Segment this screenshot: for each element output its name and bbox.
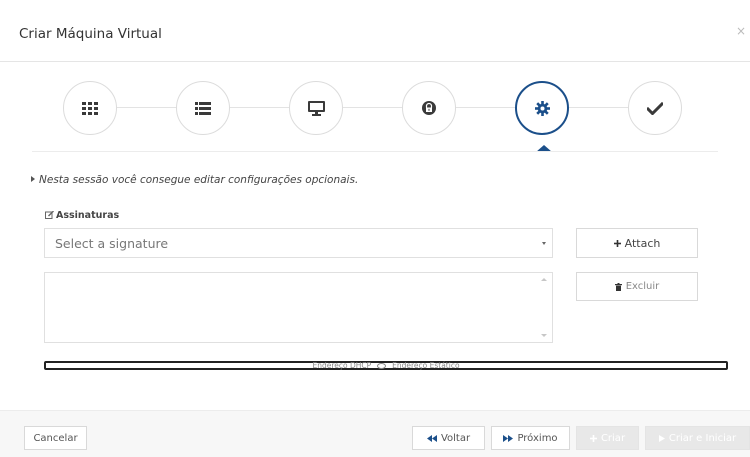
step-monitor[interactable] [289, 81, 343, 135]
create-start-label: Criar e Iniciar [668, 432, 737, 444]
caret-right-icon [31, 176, 35, 182]
plus-icon [613, 239, 621, 247]
cancel-label: Cancelar [33, 432, 78, 444]
close-icon[interactable]: × [736, 24, 746, 38]
backward-icon [426, 434, 437, 442]
plus-icon [589, 434, 597, 442]
info-text-label: Nesta sessão você consegue editar config… [39, 174, 359, 186]
excluir-label: Excluir [625, 281, 660, 292]
monitor-icon [307, 100, 325, 116]
step-gear[interactable] [515, 81, 569, 135]
attach-label: Attach [624, 236, 661, 250]
play-icon [658, 434, 665, 442]
wizard-divider [32, 151, 718, 152]
scroll-down-icon[interactable] [541, 334, 547, 337]
back-button[interactable]: Voltar [412, 426, 485, 450]
static-ip-radio[interactable] [377, 362, 387, 369]
step-confirm[interactable] [628, 81, 682, 135]
cancel-button[interactable]: Cancelar [24, 426, 87, 450]
wizard-steps [0, 62, 750, 152]
chevron-down-icon [542, 242, 546, 245]
attach-button[interactable]: Attach [576, 228, 698, 258]
excluir-button[interactable]: Excluir [576, 272, 698, 301]
create-label: Criar [600, 432, 626, 444]
modal-header: Criar Máquina Virtual × [0, 0, 750, 62]
dhcp-option-label[interactable]: Endereço DHCP [312, 362, 371, 370]
modal-title: Criar Máquina Virtual [19, 26, 162, 42]
signatures-label-text: Assinaturas [56, 210, 120, 221]
trash-icon [614, 282, 622, 291]
edit-icon [45, 210, 54, 219]
forward-icon [503, 434, 514, 442]
signature-select[interactable]: Select a signature [44, 228, 553, 258]
scroll-up-icon[interactable] [541, 278, 547, 281]
back-label: Voltar [440, 432, 471, 444]
step-list[interactable] [176, 81, 230, 135]
ip-address-options: Endereço DHCP Endereço Estático [44, 361, 728, 370]
create-button[interactable]: Criar [576, 426, 639, 450]
checkmark-icon [647, 101, 663, 115]
create-and-start-button[interactable]: Criar e Iniciar [645, 426, 750, 450]
signatures-section-label: Assinaturas [45, 210, 119, 221]
gear-icon [534, 100, 550, 116]
static-option-label[interactable]: Endereço Estático [392, 362, 459, 370]
signature-select-value: Select a signature [55, 236, 169, 251]
info-text: Nesta sessão você consegue editar config… [31, 174, 358, 186]
next-label: Próximo [517, 432, 558, 444]
step-grid[interactable] [63, 81, 117, 135]
modal-footer: Cancelar Voltar Próximo Criar Criar e In… [0, 410, 750, 457]
lock-icon [422, 101, 436, 115]
grid-icon [82, 101, 98, 115]
step-lock[interactable] [402, 81, 456, 135]
list-icon [195, 101, 211, 115]
next-button[interactable]: Próximo [491, 426, 570, 450]
signature-textarea[interactable] [44, 272, 553, 343]
